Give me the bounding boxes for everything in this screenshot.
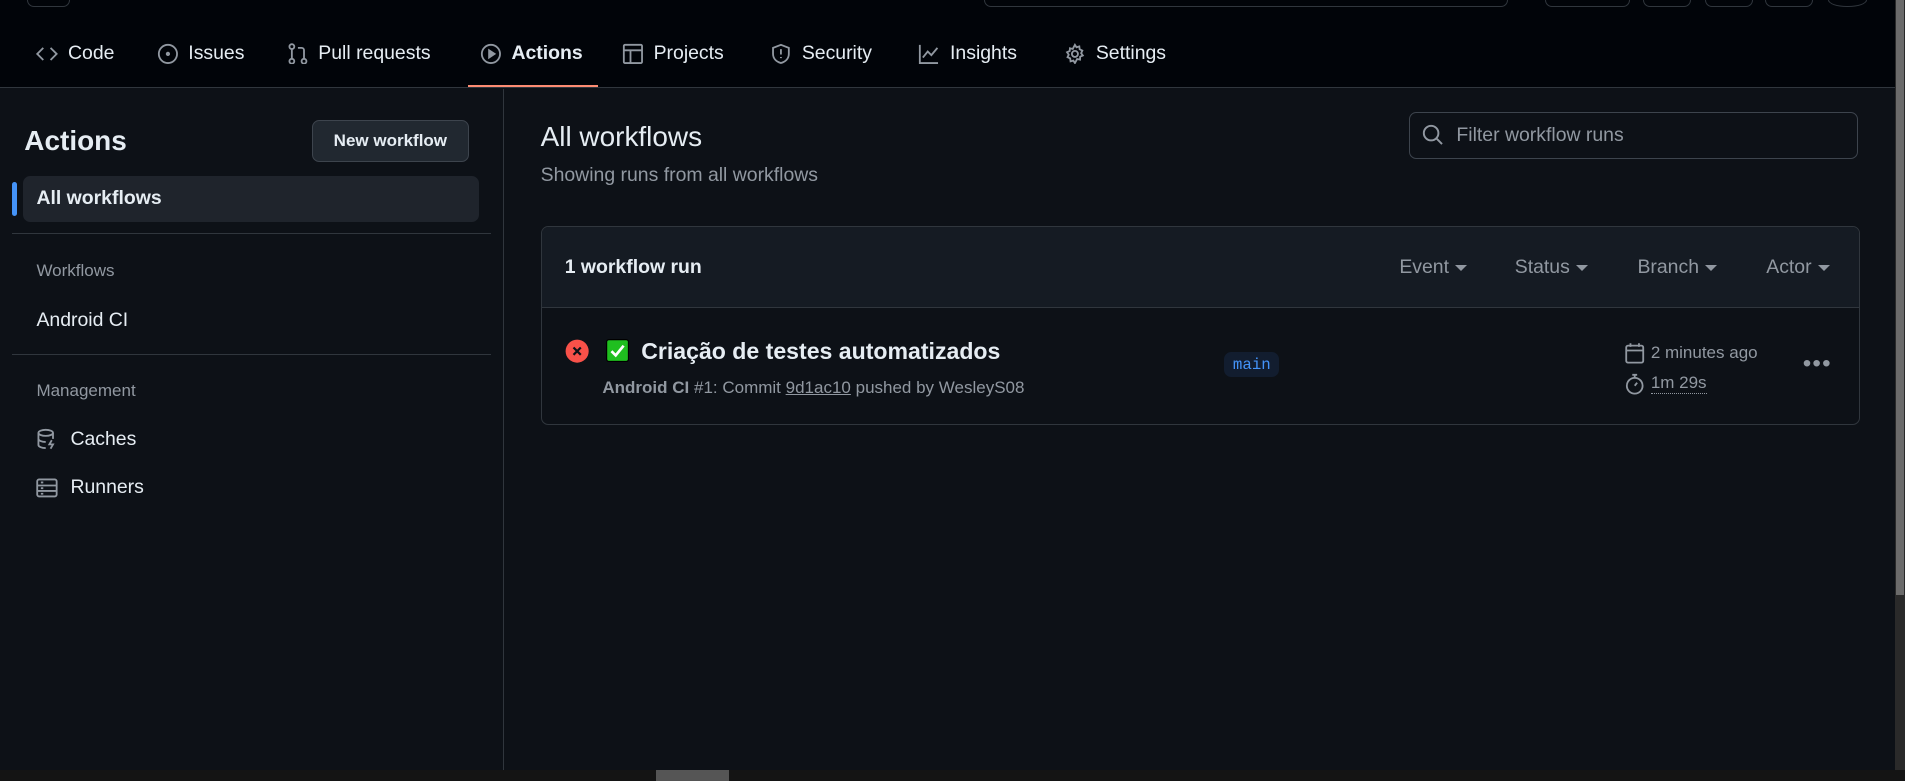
run-title-link[interactable]: Criação de testes automatizados: [641, 338, 1000, 365]
tab-insights[interactable]: Insights: [918, 36, 1017, 70]
graph-icon: [919, 44, 939, 64]
branch-badge[interactable]: main: [1224, 352, 1280, 378]
tab-label: Code: [68, 41, 115, 64]
avatar[interactable]: [1828, 0, 1867, 7]
tab-label: Pull requests: [318, 41, 431, 64]
sidebar-title: Actions: [24, 125, 127, 157]
database-icon: [37, 429, 56, 450]
search-bar[interactable]: [984, 0, 1509, 7]
run-count: 1 workflow run: [564, 256, 702, 279]
tab-label: Issues: [188, 41, 245, 64]
filter-workflow-runs[interactable]: [1409, 111, 1859, 159]
table-icon: [622, 43, 643, 64]
sidebar-item-android-ci[interactable]: Android CI: [36, 309, 128, 332]
status-filter[interactable]: Status: [1515, 256, 1588, 279]
copilot-button[interactable]: [1545, 0, 1630, 7]
sidebar-item-all-workflows[interactable]: All workflows: [36, 187, 161, 210]
run-title-text[interactable]: Criação de testes automatizados: [641, 338, 1000, 364]
run-time: 2 minutes ago: [1625, 342, 1758, 364]
stopwatch-icon: [1626, 373, 1644, 395]
tab-settings[interactable]: Settings: [1064, 36, 1166, 70]
repo-header: Code Issues Pull requests Actions Projec…: [0, 0, 1896, 89]
management-heading: Management: [36, 381, 136, 401]
calendar-icon: [1625, 343, 1645, 364]
new-workflow-button[interactable]: New workflow: [312, 120, 469, 163]
taskbar: [0, 770, 1905, 781]
duration-value: 1m 29s: [1650, 373, 1707, 395]
page-title: All workflows: [540, 121, 703, 153]
run-duration: 1m 29s: [1625, 373, 1707, 395]
code-icon: [36, 46, 59, 61]
menu-button[interactable]: [26, 0, 71, 7]
tab-issues[interactable]: Issues: [157, 36, 245, 70]
tab-label: Projects: [653, 41, 724, 64]
tab-label: Settings: [1095, 41, 1167, 64]
sidebar-item-runners[interactable]: Runners: [36, 476, 144, 499]
play-icon: [480, 43, 501, 64]
divider: [12, 353, 491, 355]
workflow-runs-list: 1 workflow run Event Status Branch Actor…: [540, 225, 1860, 425]
tab-pull-requests[interactable]: Pull requests: [287, 36, 431, 70]
tab-actions[interactable]: Actions: [480, 36, 583, 70]
gear-icon: [1065, 42, 1085, 65]
search-icon: [1423, 125, 1444, 146]
pulls-button[interactable]: [1765, 0, 1814, 7]
run-meta: Android CI #1: Commit 9d1ac10 pushed by …: [602, 378, 1024, 398]
scrollbar-thumb[interactable]: [1896, 0, 1904, 596]
commit-link[interactable]: 9d1ac10: [786, 378, 851, 397]
run-when: 2 minutes ago: [1650, 343, 1758, 363]
selected-indicator: [12, 182, 17, 217]
page-subtitle: Showing runs from all workflows: [540, 164, 819, 186]
item-label: Runners: [70, 476, 144, 499]
workflow-name: Android CI: [602, 377, 690, 397]
pull-request-icon: [288, 42, 308, 65]
issues-button[interactable]: [1704, 0, 1753, 7]
tab-code[interactable]: Code: [36, 36, 114, 70]
taskbar-item[interactable]: [656, 770, 729, 781]
actor-filter[interactable]: Actor: [1766, 256, 1829, 279]
tab-projects[interactable]: Projects: [622, 36, 724, 70]
tab-label: Insights: [950, 41, 1017, 64]
tab-label: Security: [801, 41, 872, 64]
issue-icon: [157, 43, 178, 64]
event-filter[interactable]: Event: [1399, 256, 1467, 279]
failure-icon: [565, 339, 589, 363]
tab-label: Actions: [511, 41, 583, 64]
filter-input[interactable]: [1454, 122, 1824, 148]
item-label: Caches: [70, 427, 137, 450]
server-icon: [36, 478, 58, 498]
branch-filter[interactable]: Branch: [1637, 256, 1717, 279]
workflows-heading: Workflows: [36, 261, 115, 281]
meta-suffix: pushed by WesleyS08: [855, 377, 1025, 397]
active-tab-indicator: [467, 85, 598, 88]
meta-prefix: #1: Commit: [693, 377, 781, 397]
shield-icon: [772, 43, 790, 64]
tab-security[interactable]: Security: [770, 36, 872, 70]
divider: [12, 233, 491, 235]
check-emoji-icon: [606, 338, 630, 362]
create-button[interactable]: [1642, 0, 1691, 7]
more-options-button[interactable]: •••: [1803, 350, 1832, 378]
sidebar-item-caches[interactable]: Caches: [36, 428, 136, 451]
runs-list-header: 1 workflow run Event Status Branch Actor: [541, 226, 1859, 309]
